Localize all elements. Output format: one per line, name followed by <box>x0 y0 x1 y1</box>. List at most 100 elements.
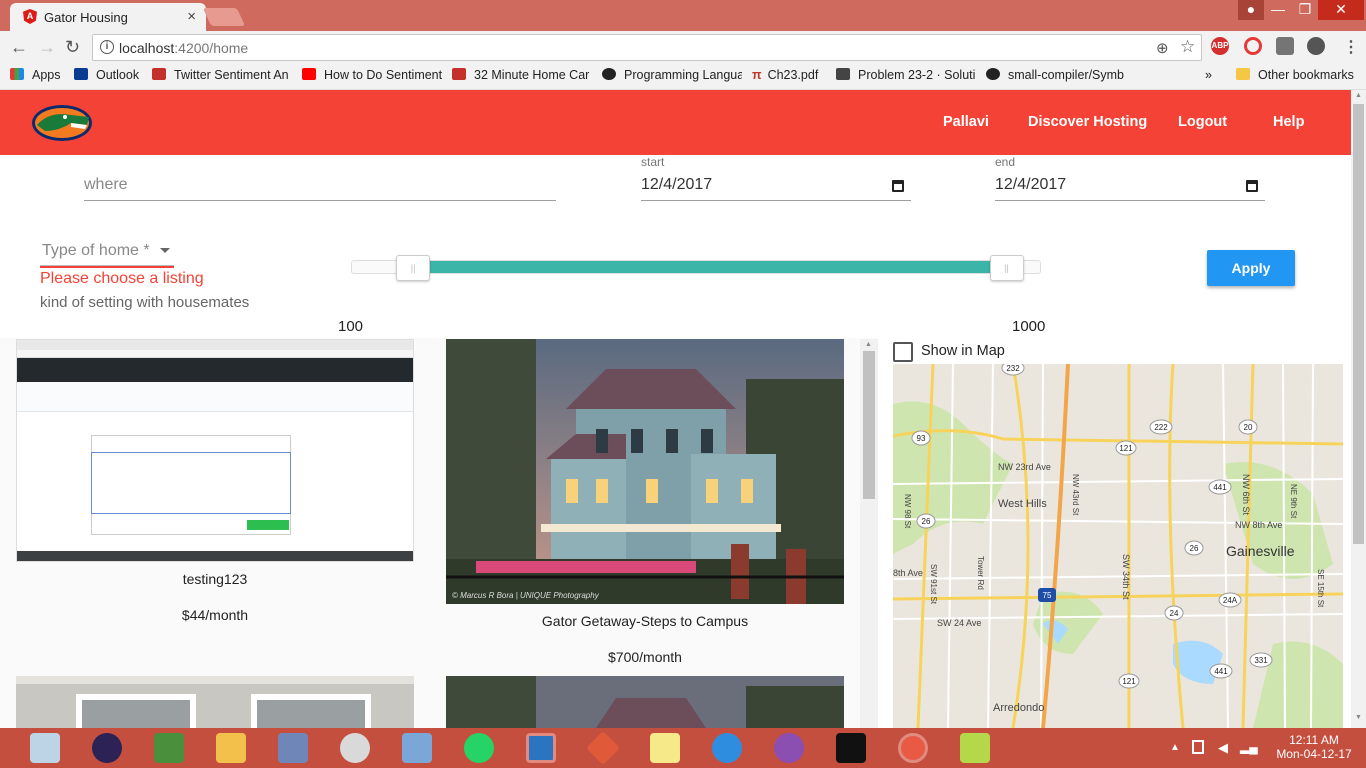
map-label: Arredondo <box>993 702 1044 714</box>
command-prompt-icon[interactable] <box>836 733 866 763</box>
start-date-input[interactable]: 12/4/2017 <box>641 172 911 201</box>
price-max-label: 1000 <box>1012 318 1046 335</box>
show-in-map-label[interactable]: Show in Map <box>921 343 1005 359</box>
minimize-button[interactable]: — <box>1264 0 1292 20</box>
road-shield-icon: 121 <box>1115 440 1137 456</box>
chevron-down-icon <box>160 248 170 253</box>
wifi-icon[interactable]: ▂▄ <box>1240 740 1258 754</box>
calendar-icon[interactable] <box>892 180 904 192</box>
gator-logo[interactable] <box>31 103 93 143</box>
svg-text:26: 26 <box>1190 544 1199 553</box>
reload-icon[interactable]: ↻ <box>65 37 80 58</box>
adblock-icon[interactable]: ABP <box>1211 37 1229 55</box>
whatsapp-icon[interactable] <box>464 733 494 763</box>
git-icon[interactable] <box>586 731 620 765</box>
bookmark-problem[interactable]: Problem 23-2 · Soluti <box>836 68 976 82</box>
bookmark-apps[interactable]: Apps <box>10 68 61 82</box>
close-tab-icon[interactable]: × <box>187 8 196 25</box>
bookmark-star-icon[interactable]: ☆ <box>1180 37 1195 57</box>
map[interactable]: West Hills Gainesville NW 23rd Ave NW 8t… <box>893 364 1343 728</box>
back-icon[interactable]: ← <box>10 37 28 58</box>
forward-icon[interactable]: → <box>38 37 56 58</box>
where-input[interactable]: where <box>84 172 556 201</box>
app-header: Pallavi Discover Hosting Logout Help <box>0 90 1351 155</box>
github-desktop-icon[interactable] <box>774 733 804 763</box>
info-icon[interactable]: i <box>100 40 114 54</box>
user-profile-icon[interactable]: ● <box>1238 0 1264 20</box>
price-range-slider[interactable]: || || <box>351 255 1041 281</box>
tray-expand-icon[interactable]: ▲ <box>1170 742 1180 753</box>
close-window-button[interactable]: ✕ <box>1318 0 1364 20</box>
bookmark-twitter-sentiment[interactable]: Twitter Sentiment An <box>152 68 292 82</box>
listing-title[interactable]: testing123 <box>16 571 414 587</box>
listing-image[interactable] <box>446 339 844 604</box>
map-label: SW 91st St <box>929 564 938 605</box>
listing-image[interactable] <box>16 676 414 728</box>
address-bar[interactable]: i localhost:4200/home ⊕ ☆ <box>92 34 1202 61</box>
nav-user[interactable]: Pallavi <box>943 114 989 130</box>
file-explorer-icon[interactable] <box>216 733 246 763</box>
book-icon <box>836 68 850 80</box>
bookmark-compiler[interactable]: small-compiler/Symb <box>986 68 1126 82</box>
slider-max-handle[interactable]: || <box>989 255 1024 281</box>
location-icon[interactable]: ⊕ <box>1156 39 1169 57</box>
where-placeholder: where <box>84 176 128 193</box>
snipping-tool-icon[interactable] <box>340 733 370 763</box>
notepad-plus-icon[interactable] <box>960 733 990 763</box>
battery-icon[interactable] <box>1192 740 1204 754</box>
maximize-button[interactable]: ❐ <box>1292 0 1318 20</box>
svg-text:232: 232 <box>1006 364 1020 373</box>
map-label: SW 24 Ave <box>937 618 981 628</box>
slider-range-fill <box>413 261 1007 273</box>
listing-title[interactable]: Gator Getaway-Steps to Campus <box>446 613 844 629</box>
sticky-notes-icon[interactable] <box>650 733 680 763</box>
apply-button[interactable]: Apply <box>1207 250 1295 286</box>
clock[interactable]: 12:11 AM Mon-04-12-17 <box>1266 733 1362 761</box>
road-shield-icon: 121 <box>1118 673 1140 689</box>
new-tab-button[interactable] <box>202 8 246 26</box>
svg-text:441: 441 <box>1214 667 1228 676</box>
chrome-icon[interactable] <box>898 733 928 763</box>
slider-min-handle[interactable]: || <box>396 255 431 281</box>
visual-studio-icon[interactable] <box>526 733 556 763</box>
nav-discover-hosting[interactable]: Discover Hosting <box>1028 114 1147 130</box>
nav-help[interactable]: Help <box>1273 114 1304 130</box>
windows-taskbar: ▲ ◀ ▂▄ 12:11 AM Mon-04-12-17 <box>0 728 1366 768</box>
nav-logout[interactable]: Logout <box>1178 114 1227 130</box>
road-shield-icon: 331 <box>1249 652 1273 668</box>
end-date-input[interactable]: 12/4/2017 <box>995 172 1265 201</box>
listing-image[interactable] <box>446 676 844 728</box>
road-shield-icon: 93 <box>911 430 931 446</box>
calculator-icon[interactable] <box>30 733 60 763</box>
calendar-icon[interactable] <box>1246 180 1258 192</box>
sync-icon[interactable] <box>1307 37 1325 55</box>
map-label: NW 8th Ave <box>1235 520 1282 530</box>
keyboard-icon[interactable] <box>402 733 432 763</box>
network-icon[interactable] <box>154 733 184 763</box>
bookmark-sentiment[interactable]: How to Do Sentiment <box>302 68 442 82</box>
eclipse-icon[interactable] <box>92 733 122 763</box>
listings-scrollbar[interactable]: ▲ <box>860 339 878 728</box>
bookmark-programming[interactable]: Programming Langua <box>602 68 742 82</box>
internet-explorer-icon[interactable] <box>712 733 742 763</box>
listing-image[interactable] <box>16 339 414 562</box>
road-shield-icon: 26 <box>1184 540 1204 556</box>
photo-credit: © Marcus R Bora | UNIQUE Photography <box>452 591 599 600</box>
remote-desktop-icon[interactable] <box>278 733 308 763</box>
end-label: end <box>995 155 1016 169</box>
type-of-home-select[interactable]: Type of home * <box>40 240 174 266</box>
opera-icon[interactable] <box>1244 37 1262 55</box>
bookmarks-overflow[interactable]: » <box>1205 68 1212 82</box>
bookmark-home-care[interactable]: 32 Minute Home Car <box>452 68 592 82</box>
bookmark-ch23[interactable]: π Ch23.pdf <box>752 68 832 82</box>
browser-tab[interactable]: A Gator Housing × <box>10 3 206 31</box>
bookmark-other[interactable]: Other bookmarks <box>1236 68 1354 82</box>
volume-icon[interactable]: ◀ <box>1218 740 1228 756</box>
menu-icon[interactable]: ⋮ <box>1343 37 1359 57</box>
bookmark-outlook[interactable]: Outlook <box>74 68 144 82</box>
page-scrollbar[interactable]: ▲ ▼ <box>1351 90 1366 728</box>
youtube-icon <box>452 68 466 80</box>
extension-icon[interactable] <box>1276 37 1294 55</box>
youtube-icon <box>152 68 166 80</box>
show-in-map-checkbox[interactable] <box>893 342 913 362</box>
